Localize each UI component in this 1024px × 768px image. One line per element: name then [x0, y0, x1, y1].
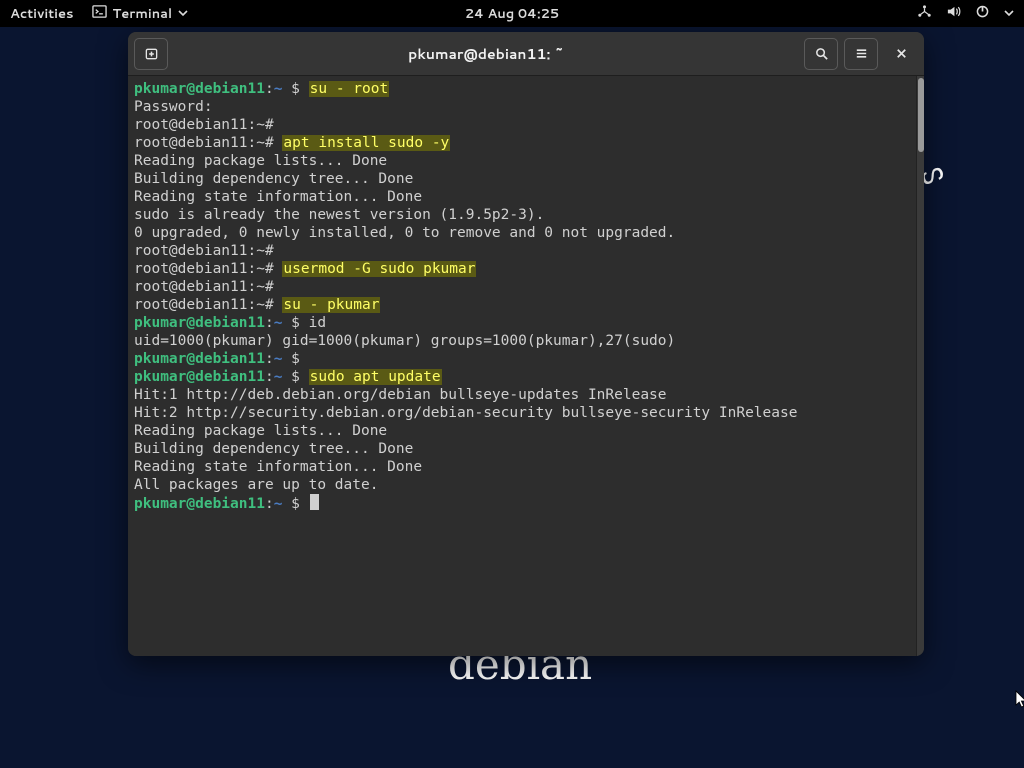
close-button[interactable] — [884, 38, 918, 70]
window-titlebar[interactable]: pkumar@debian11: ~ — [128, 32, 924, 76]
activities-button[interactable]: Activities — [10, 5, 74, 23]
system-menu-chevron-icon[interactable] — [1004, 5, 1014, 23]
network-icon[interactable] — [917, 4, 932, 24]
terminal-output[interactable]: pkumar@debian11:~ $ su - root Password: … — [128, 76, 916, 656]
active-app-name: Terminal — [113, 5, 173, 23]
gnome-top-bar: Activities Terminal 24 Aug 04:25 — [0, 0, 1024, 27]
terminal-body[interactable]: pkumar@debian11:~ $ su - root Password: … — [128, 76, 924, 656]
active-app-menu[interactable]: Terminal — [92, 4, 189, 24]
mouse-pointer-icon — [1015, 690, 1024, 708]
window-title: pkumar@debian11: ~ — [174, 44, 798, 64]
terminal-icon — [92, 4, 107, 24]
terminal-window: pkumar@debian11: ~ pkumar@debian11:~ $ s… — [128, 32, 924, 656]
new-tab-button[interactable] — [134, 38, 168, 70]
terminal-scrollbar[interactable] — [916, 76, 924, 656]
search-button[interactable] — [804, 38, 838, 70]
power-icon[interactable] — [975, 4, 990, 24]
scrollbar-thumb[interactable] — [918, 78, 924, 152]
terminal-cursor — [310, 494, 319, 510]
volume-icon[interactable] — [946, 4, 961, 24]
hamburger-menu-button[interactable] — [844, 38, 878, 70]
clock[interactable]: 24 Aug 04:25 — [465, 5, 559, 23]
chevron-down-icon — [178, 5, 188, 23]
